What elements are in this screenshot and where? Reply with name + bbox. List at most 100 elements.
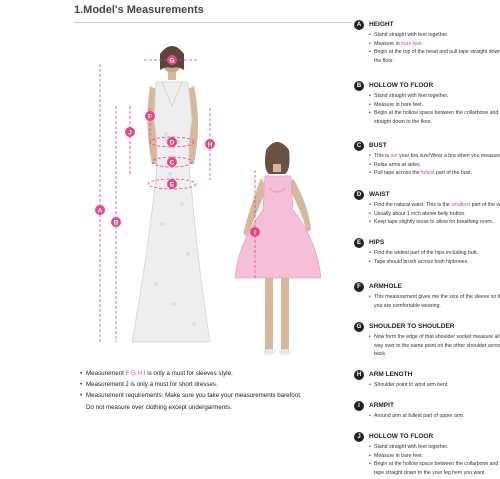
note-text: Measurement J is only a must for short d… <box>86 379 218 390</box>
letter-badge-icon: A <box>354 20 364 30</box>
label-i: I <box>254 230 256 237</box>
guide-heading: HEIGHT <box>369 21 394 28</box>
guide-instructions: • This is not your bra size!Wear a bra wh… <box>369 152 500 178</box>
text-segment: Pull tape across the <box>374 170 422 177</box>
instruction-line: • Now form the edge of that shoulder sock… <box>369 333 500 342</box>
text-segment: Find the widest part of the hips includi… <box>374 250 479 256</box>
text-segment: Measure in <box>374 40 402 47</box>
guide-heading: ARMHOLE <box>369 283 402 290</box>
letter-badge-icon: C <box>354 141 364 151</box>
instruction-line: • Relax arms at sides. <box>369 161 500 170</box>
guide-heading: ARMPIT <box>369 402 394 409</box>
note-line: Do not measure over clothing except unde… <box>80 402 350 413</box>
letter-badge-icon: E <box>354 238 364 248</box>
guide-instructions: • Now form the edge of that shoulder sock… <box>369 333 500 359</box>
text-segment: Measurement <box>86 370 126 377</box>
text-segment: is only a must for sleeves style. <box>145 370 233 377</box>
note-text: Do not measure over clothing except unde… <box>86 402 232 413</box>
letter-badge-icon: H <box>354 370 364 380</box>
label-b: B <box>114 220 119 227</box>
instruction-line: • Begin at the hollow space between the c… <box>369 460 500 469</box>
letter-badge-icon: F <box>354 282 364 292</box>
text-segment: Stand straight with feet together. <box>374 444 449 450</box>
text-segment: way over to the same point on the other … <box>374 342 500 349</box>
text-segment: your bra size!Wear a bra when you measur… <box>397 153 500 159</box>
text-segment: Find the natural waist. This is the <box>374 202 452 208</box>
instruction-line: tape straight down to the your leg hem y… <box>369 469 500 478</box>
text-segment: back. <box>374 351 387 358</box>
guide-heading: ARM LENGTH <box>369 371 413 378</box>
instruction-line: • Find the widest part of the hips includ… <box>369 249 500 258</box>
text-segment: Relax arms at sides. <box>374 161 421 168</box>
label-a: A <box>98 208 103 215</box>
letter-badge-icon: I <box>354 401 364 411</box>
page-title: 1.Model's Measurements <box>74 4 204 16</box>
guide-instructions: • Find the natural waist. This is the sma… <box>369 201 500 227</box>
text-segment: Tape should brush across both hipbones. <box>374 258 469 265</box>
instruction-line: • Shoulder point to wrist arm bent. <box>369 381 500 390</box>
label-h: H <box>208 142 213 149</box>
text-segment: Do not measure over clothing except unde… <box>86 403 232 411</box>
text-segment: Measure in bare feet. <box>374 101 424 108</box>
label-c: C <box>170 160 175 167</box>
instruction-line: • Measure in bare feet. <box>369 40 500 49</box>
instruction-line: you are comfortable wearing. <box>369 302 500 311</box>
text-segment: Now form the edge of that shoulder socke… <box>374 334 500 340</box>
title-divider <box>74 22 352 23</box>
text-segment: Usually about 1 inch above belly button. <box>374 210 466 217</box>
measurement-notes: • Measurement F G H I is only a must for … <box>80 368 350 413</box>
instruction-line: • Usually about 1 inch above belly button… <box>369 210 500 219</box>
short-dress-illustration: I <box>234 142 322 355</box>
label-g: G <box>169 58 174 65</box>
guide-instructions: • Find the widest part of the hips includ… <box>369 249 500 266</box>
model-figure-gown: G F J D C E H B A <box>70 24 240 364</box>
text-segment: part of the waist. <box>471 202 500 208</box>
guide-heading: HOLLOW TO FLOOR <box>369 82 434 89</box>
label-j: J <box>128 130 132 137</box>
guide-instructions: • Stand straight with feet together. • Meas… <box>369 92 500 126</box>
text-segment: Begin at the top of the head and pull ta… <box>374 49 500 56</box>
instruction-line: • Stand straight with feet together. <box>369 92 500 101</box>
highlight-text: fullest <box>421 170 435 177</box>
guide-instructions: • Stand straight with feet together. • Meas… <box>369 443 500 477</box>
text-segment: Begin at the hollow space between the co… <box>374 461 500 468</box>
text-segment: Measurement J is only a must for short d… <box>86 381 218 389</box>
instruction-line: the floor. <box>369 57 500 66</box>
text-segment: Keep tape slightly loose to allow for br… <box>374 219 494 226</box>
text-segment: . <box>421 40 424 47</box>
text-segment: Stand straight with feet together. <box>374 93 449 99</box>
instruction-line: back. <box>369 350 500 359</box>
text-segment: Stand straight with feet together. <box>374 32 449 38</box>
instruction-line: • Tape should brush across both hipbones. <box>369 258 500 267</box>
instruction-line: way over to the same point on the other … <box>369 342 500 351</box>
text-segment: Measurement requirements: Make sure you … <box>86 392 302 400</box>
guide-instructions: • Stand straight with feet together. • Meas… <box>369 31 500 65</box>
text-segment: This is <box>374 153 391 159</box>
text-segment: Shoulder point to wrist arm bent. <box>374 382 449 388</box>
instruction-line: • Begin at the top of the head and pull t… <box>369 48 500 57</box>
guide-instructions: • Around arm at fullest part of upper arm… <box>369 412 500 421</box>
text-segment: tape straight down to the your leg hem y… <box>374 469 486 476</box>
text-segment: straight down to the floor. <box>374 118 432 125</box>
instruction-line: • Stand straight with feet together. <box>369 443 500 452</box>
text-segment: This measurement gives me the size of th… <box>374 294 500 300</box>
note-line: • Measurement F G H I is only a must for … <box>80 368 350 379</box>
instruction-line: • Keep tape slightly loose to allow for b… <box>369 218 500 227</box>
instruction-line: • Measure in bare feet. <box>369 101 500 110</box>
note-line: • Measurement requirements: Make sure you… <box>80 390 350 401</box>
label-d: D <box>170 140 175 147</box>
letter-badge-icon: B <box>354 81 364 91</box>
instruction-line: • This measurement gives me the size of t… <box>369 293 500 302</box>
instruction-line: • Measure in bare feet. <box>369 452 500 461</box>
note-line: • Measurement J is only a must for short … <box>80 379 350 390</box>
letter-badge-icon: J <box>354 432 364 442</box>
guide-heading: HOLLOW TO FLOOR <box>369 433 434 440</box>
instruction-line: • This is not your bra size!Wear a bra wh… <box>369 152 500 161</box>
guide-heading: SHOULDER TO SHOULDER <box>369 323 455 330</box>
instruction-line: • Pull tape across the fullest part of th… <box>369 169 500 178</box>
highlight-text: bare feet <box>401 40 422 47</box>
guide-instructions: • Shoulder point to wrist arm bent. <box>369 381 500 390</box>
highlight-text: F G H I <box>125 370 146 377</box>
guide-instructions: • This measurement gives me the size of t… <box>369 293 500 310</box>
highlight-text: smallest <box>451 202 471 208</box>
